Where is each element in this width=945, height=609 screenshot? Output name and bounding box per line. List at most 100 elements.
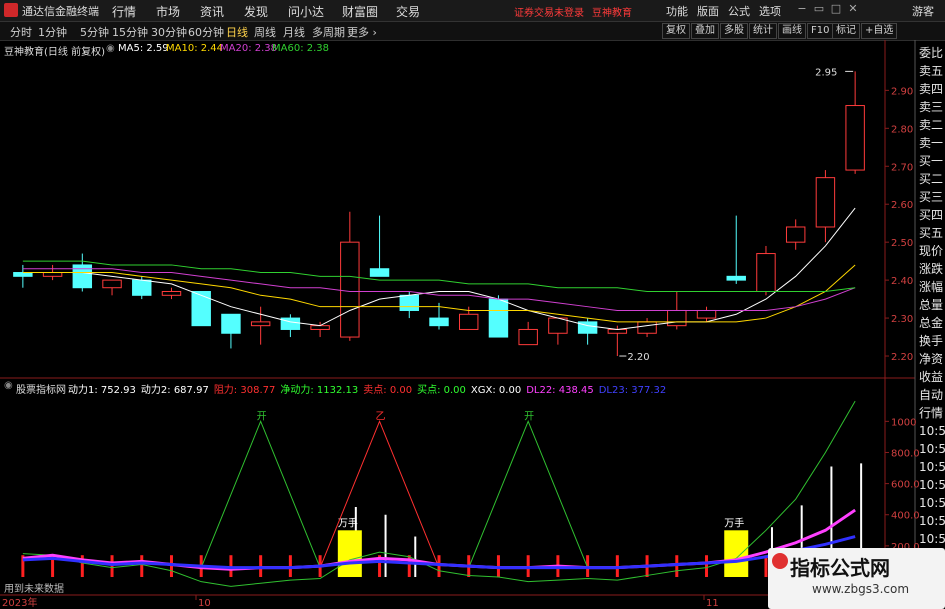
menu-xuanxiang[interactable]: 选项 — [759, 3, 781, 19]
tongji-button[interactable]: 统计 — [749, 23, 777, 39]
side-label2-0: 自动 — [919, 388, 944, 402]
side-label-2: 卖四 — [919, 82, 944, 96]
period-60min[interactable]: 60分钟 — [188, 24, 224, 40]
menu-zixun[interactable]: 资讯 — [200, 3, 224, 20]
minimize-icon[interactable]: − — [795, 2, 809, 16]
ind-tick-label-1: 800.0 — [891, 448, 920, 459]
side-label2-5: 10:5 — [919, 478, 945, 492]
side-label-13: 涨幅 — [919, 280, 944, 294]
ind-yellow-block-0 — [337, 530, 362, 577]
ind-wanshou-label-0: 万手 — [338, 516, 358, 529]
fuquan-button[interactable]: 复权 — [662, 23, 690, 39]
side-label-9: 买四 — [919, 208, 944, 222]
period-daily[interactable]: 日线 — [226, 24, 248, 40]
date-label-1: 10 — [198, 598, 211, 609]
side-label2-6: 10:5 — [919, 496, 945, 510]
stock-notice[interactable]: 豆神教育 — [592, 4, 632, 19]
watermark-title: 指标公式网 — [790, 556, 890, 580]
menu-shichang[interactable]: 市场 — [156, 3, 180, 20]
low-price-label: 2.20 — [627, 352, 649, 363]
candle-body-21 — [637, 321, 657, 334]
side-label2-7: 10:5 — [919, 514, 945, 528]
side-label-5: 卖一 — [919, 136, 944, 150]
huaxian-button[interactable]: 画线 — [778, 23, 806, 39]
legend-ma60: MA60: 2.38 — [272, 43, 330, 54]
side-label-10: 买五 — [919, 226, 944, 240]
guest-label[interactable]: 游客 — [912, 3, 934, 19]
side-label-3: 卖三 — [919, 100, 944, 114]
candle-body-17 — [518, 328, 538, 346]
period-more[interactable]: 更多 › — [347, 24, 377, 40]
side-label-0: 委比 — [919, 46, 944, 60]
price-tick-label-0: 2.90 — [891, 86, 913, 97]
login-notice[interactable]: 证券交易未登录 — [514, 4, 584, 19]
add-watchlist-button[interactable]: +自选 — [861, 23, 898, 39]
indicator-value-1: 动力2: 687.97 — [140, 385, 209, 396]
menu-caifuquan[interactable]: 财富圈 — [342, 3, 378, 20]
candle-body-16 — [488, 298, 509, 338]
biaoji-button[interactable]: 标记 — [832, 23, 860, 39]
ind-spike-2 — [468, 420, 589, 568]
candle-body-0 — [13, 272, 33, 277]
menu-banmian[interactable]: 版面 — [697, 3, 719, 19]
side-label-1: 卖五 — [919, 64, 944, 78]
legend-toggle-icon[interactable]: ◉ — [106, 43, 115, 54]
side-label2-2: 10:5 — [919, 424, 945, 438]
indicator-toggle-icon[interactable]: ◉ — [4, 380, 14, 391]
period-multi[interactable]: 多周期 — [312, 24, 345, 40]
period-monthly[interactable]: 月线 — [283, 24, 305, 40]
menu-jiaoyi[interactable]: 交易 — [396, 3, 420, 20]
menu-faxian[interactable]: 发现 — [244, 3, 268, 20]
menu-gongneng[interactable]: 功能 — [666, 3, 688, 19]
ind-wanshou-label-1: 万手 — [724, 516, 744, 529]
f10-button[interactable]: F10 — [807, 23, 834, 39]
trade-side-panel: 自动行情10:510:510:510:510:510:510:510:5 — [919, 386, 945, 566]
ind-tick-label-0: 1000 — [891, 417, 916, 428]
ind-tick-label-2: 600.0 — [891, 480, 920, 491]
indicator-value-3: 净动力: 1132.13 — [280, 385, 359, 396]
period-5min[interactable]: 5分钟 — [80, 24, 109, 40]
period-fenshi[interactable]: 分时 — [10, 24, 32, 40]
menu-wenxiaoda[interactable]: 问小达 — [288, 3, 324, 20]
ind-tick-label-3: 400.0 — [891, 511, 920, 522]
side-label-16: 换手 — [919, 334, 944, 348]
candle-body-1 — [42, 272, 63, 277]
period-more-label: 更多 — [347, 26, 369, 39]
candle-body-18 — [548, 317, 568, 334]
period-15min[interactable]: 15分钟 — [112, 24, 148, 40]
maximize-icon[interactable]: □ — [829, 2, 843, 16]
menu-hangqing[interactable]: 行情 — [112, 3, 136, 20]
side-label-14: 总量 — [919, 298, 944, 312]
period-1min[interactable]: 1分钟 — [38, 24, 67, 40]
title-bar: 通达信金融终端 行情 市场 资讯 发现 问小达 财富圈 交易 证券交易未登录 豆… — [0, 0, 945, 22]
legend-ma5: MA5: 2.59 — [118, 43, 169, 54]
menu-gongshi[interactable]: 公式 — [728, 3, 750, 19]
period-30min[interactable]: 30分钟 — [151, 24, 187, 40]
kline-chart[interactable]: 2.90 2.80 2.70 2.60 2.50 2.40 2.30 2.20 1000 800.… — [0, 40, 945, 609]
close-icon[interactable]: ✕ — [846, 2, 860, 16]
candle-body-26 — [785, 226, 806, 243]
candle-body-14 — [429, 317, 449, 327]
diejia-button[interactable]: 叠加 — [691, 23, 719, 39]
price-tick-label-5: 2.40 — [891, 276, 913, 287]
period-toolbar: 分时 1分钟 5分钟 15分钟 30分钟 60分钟 日线 周线 月线 多周期 更… — [0, 22, 945, 41]
candle-body-27 — [815, 177, 836, 228]
side-label2-1: 行情 — [919, 406, 944, 420]
future-data-note: 用到未来数据 — [4, 582, 64, 595]
quote-side-panel: 委比 卖五 卖四 卖三 卖二 卖一 买一 买二 买三 买四 买五 现价 涨跌 涨幅 总量 总金 换手 净资 收益 — [919, 44, 944, 386]
side-label-11: 现价 — [919, 244, 944, 258]
date-label-2: 11 — [706, 598, 719, 609]
candle-body-28 — [845, 105, 865, 171]
duogu-button[interactable]: 多股 — [720, 23, 748, 39]
indicator-value-8: DL23: 377.32 — [598, 385, 667, 396]
price-tick-label-7: 2.20 — [891, 352, 913, 363]
indicator-value-6: XGX: 0.00 — [470, 385, 522, 396]
price-tick-label-4: 2.50 — [891, 238, 913, 249]
period-weekly[interactable]: 周线 — [254, 24, 276, 40]
candle-body-4 — [132, 279, 152, 296]
restore-icon[interactable]: ▭ — [812, 2, 826, 16]
watermark-logo-icon — [772, 553, 788, 569]
indicator-value-2: 阻力: 308.77 — [213, 385, 276, 396]
price-tick-label-1: 2.80 — [891, 124, 913, 135]
indicator-value-4: 卖点: 0.00 — [363, 385, 413, 396]
